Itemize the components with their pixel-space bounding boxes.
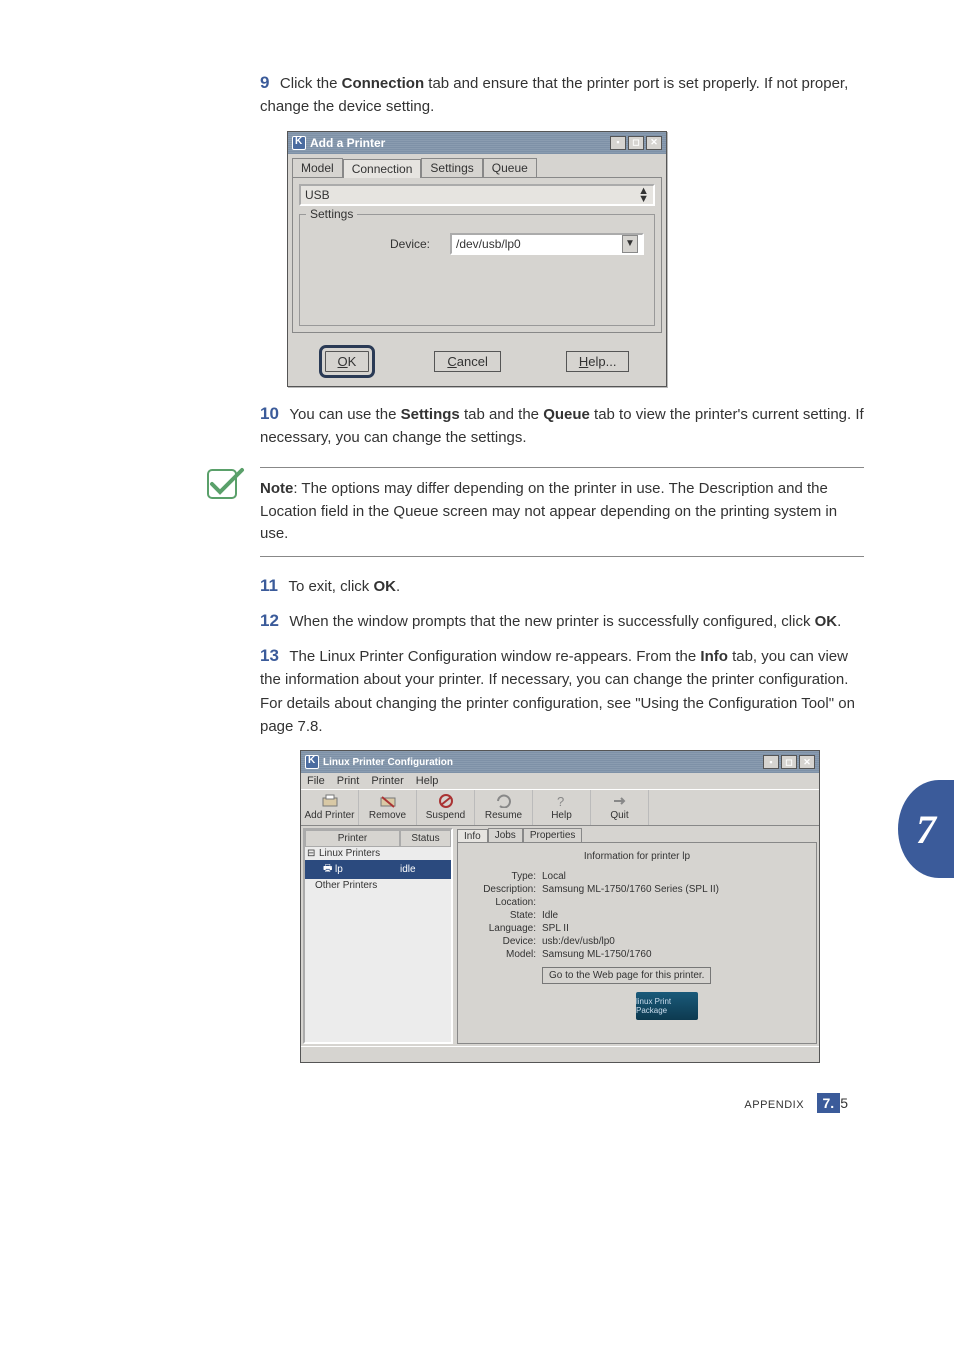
maximize-icon[interactable]: ◻ (628, 136, 644, 150)
minimize-icon[interactable]: ▪ (763, 755, 779, 769)
tab-properties[interactable]: Properties (523, 828, 583, 842)
tab-settings[interactable]: Settings (421, 158, 482, 177)
spinner-icon[interactable]: ▲▼ (638, 187, 649, 203)
menu-file[interactable]: File (307, 775, 325, 787)
resume-icon (495, 794, 513, 808)
kde-icon (292, 136, 306, 150)
connection-type-value: USB (305, 188, 330, 202)
tree-col-printer[interactable]: Printer (305, 830, 400, 847)
close-icon[interactable]: ✕ (799, 755, 815, 769)
connection-type-combo[interactable]: USB ▲▼ (299, 184, 655, 206)
close-icon[interactable]: ✕ (646, 136, 662, 150)
dialog-tabs: Model Connection Settings Queue (288, 154, 666, 177)
dropdown-icon[interactable]: ▼ (622, 235, 638, 253)
tab-queue[interactable]: Queue (483, 158, 537, 177)
settings-legend: Settings (306, 207, 357, 221)
step-number: 12 (260, 611, 279, 631)
statusbar (301, 1046, 819, 1062)
quit-icon (611, 794, 629, 808)
collapse-icon[interactable]: ⊟ (307, 848, 317, 859)
step-9: 9 Click the Connection tab and ensure th… (260, 72, 864, 119)
menubar: File Print Printer Help (301, 773, 819, 789)
remove-icon (379, 794, 397, 808)
linux-printer-config-window: Linux Printer Configuration ▪ ◻ ✕ File P… (300, 750, 820, 1063)
tree-item-lp[interactable]: 🖶 lp idle (305, 860, 451, 879)
cancel-button[interactable]: Cancel (434, 351, 500, 372)
toolbar: Add Printer Remove Suspend Resume ? Help… (301, 789, 819, 826)
printer-tree[interactable]: Printer Status ⊟ Linux Printers 🖶 lp idl… (303, 828, 453, 1044)
tree-root[interactable]: ⊟ Linux Printers (305, 847, 451, 860)
tab-info[interactable]: Info (457, 829, 488, 843)
tool-quit[interactable]: Quit (591, 790, 649, 825)
step-11: 11 To exit, click OK. (260, 575, 864, 598)
page-footer: APPENDIX 7.5 (90, 1093, 864, 1113)
step-number: 11 (260, 576, 278, 596)
footer-appendix: APPENDIX (744, 1099, 804, 1111)
note-icon (202, 462, 246, 506)
tab-model[interactable]: Model (292, 158, 343, 177)
tab-connection[interactable]: Connection (343, 159, 422, 178)
step-number: 13 (260, 646, 279, 666)
kde-icon (305, 755, 319, 769)
dialog-title: Add a Printer (310, 136, 385, 150)
lpc-titlebar: Linux Printer Configuration ▪ ◻ ✕ (301, 751, 819, 773)
help-button[interactable]: Help... (566, 351, 630, 372)
add-a-printer-dialog: Add a Printer ▪ ◻ ✕ Model Connection Set… (287, 131, 667, 387)
chapter-tab: 7 (898, 780, 954, 878)
menu-printer[interactable]: Printer (371, 775, 403, 787)
device-label: Device: (310, 237, 430, 251)
minimize-icon[interactable]: ▪ (610, 136, 626, 150)
info-title: Information for printer lp (466, 847, 808, 870)
tab-jobs[interactable]: Jobs (488, 828, 523, 842)
device-combo[interactable]: /dev/usb/lp0 ▼ (450, 233, 644, 255)
linux-print-package-logo: linux Print Package (636, 992, 698, 1020)
tool-help[interactable]: ? Help (533, 790, 591, 825)
printer-icon: 🖶 (323, 861, 333, 878)
note-label: Note (260, 480, 293, 497)
device-value: /dev/usb/lp0 (456, 237, 521, 251)
svg-text:?: ? (557, 794, 564, 808)
step-number: 9 (260, 73, 269, 93)
printer-icon (321, 794, 339, 808)
tool-remove[interactable]: Remove (359, 790, 417, 825)
menu-help[interactable]: Help (416, 775, 439, 787)
menu-print[interactable]: Print (337, 775, 360, 787)
help-icon: ? (553, 794, 571, 808)
tool-add-printer[interactable]: Add Printer (301, 790, 359, 825)
note-block: Note: The options may differ depending o… (260, 467, 864, 557)
step-number: 10 (260, 404, 279, 424)
suspend-icon (437, 794, 455, 808)
step-10: 10 You can use the Settings tab and the … (260, 403, 864, 450)
step-12: 12 When the window prompts that the new … (260, 610, 864, 633)
tool-resume[interactable]: Resume (475, 790, 533, 825)
dialog-titlebar: Add a Printer ▪ ◻ ✕ (288, 132, 666, 154)
info-pane: Info Jobs Properties Information for pri… (457, 828, 817, 1044)
step-13: 13 The Linux Printer Configuration windo… (260, 645, 864, 738)
tree-col-status[interactable]: Status (400, 830, 451, 847)
web-page-button[interactable]: Go to the Web page for this printer. (542, 967, 711, 984)
maximize-icon[interactable]: ◻ (781, 755, 797, 769)
lpc-title: Linux Printer Configuration (323, 757, 453, 768)
tool-suspend[interactable]: Suspend (417, 790, 475, 825)
tree-other[interactable]: Other Printers (305, 879, 451, 892)
ok-button[interactable]: OK (325, 351, 370, 372)
